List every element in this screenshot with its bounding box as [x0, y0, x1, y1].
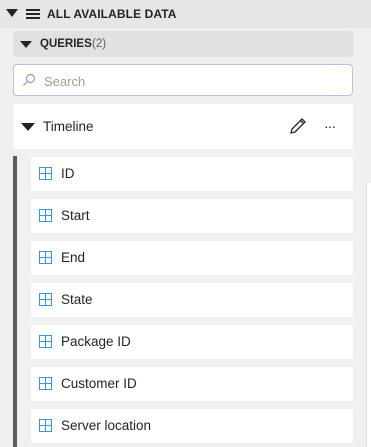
search-icon: [23, 73, 36, 86]
search-input[interactable]: [44, 71, 344, 91]
table-column-icon: [39, 335, 52, 348]
hamburger-icon[interactable]: [26, 9, 40, 19]
query-label: Timeline: [43, 119, 94, 134]
query-timeline[interactable]: Timeline ···: [13, 104, 353, 149]
caret-down-icon[interactable]: [20, 41, 32, 48]
search-box[interactable]: [13, 64, 353, 96]
caret-down-icon[interactable]: [6, 9, 18, 17]
header-title: ALL AVAILABLE DATA: [47, 7, 177, 21]
field-item[interactable]: Server location: [31, 409, 353, 443]
field-item[interactable]: Package ID: [31, 325, 353, 359]
table-column-icon: [39, 293, 52, 306]
adjacent-panel-edge: [366, 183, 371, 447]
field-item[interactable]: ID: [31, 157, 353, 191]
all-data-header[interactable]: ALL AVAILABLE DATA: [0, 0, 371, 28]
queries-section-header[interactable]: QUERIES (2): [13, 31, 353, 57]
table-column-icon: [39, 419, 52, 432]
caret-down-icon[interactable]: [21, 123, 35, 131]
table-column-icon: [39, 377, 52, 390]
field-label: ID: [61, 166, 75, 181]
data-panel: ALL AVAILABLE DATA QUERIES (2) Timeline …: [0, 0, 371, 447]
query-group-indicator: [13, 156, 17, 447]
field-label: Start: [61, 208, 90, 223]
field-label: Package ID: [61, 334, 131, 349]
pencil-icon[interactable]: [288, 116, 308, 136]
field-item[interactable]: Start: [31, 199, 353, 233]
field-label: Customer ID: [61, 376, 137, 391]
queries-count: (2): [92, 38, 107, 50]
table-column-icon: [39, 251, 52, 264]
field-label: End: [61, 250, 86, 265]
more-options-button[interactable]: ···: [324, 118, 336, 134]
field-label: Server location: [61, 418, 152, 433]
field-item[interactable]: State: [31, 283, 353, 317]
field-item[interactable]: Customer ID: [31, 367, 353, 401]
field-label: State: [61, 292, 93, 307]
field-item[interactable]: End: [31, 241, 353, 275]
table-column-icon: [39, 209, 52, 222]
queries-label: QUERIES: [40, 38, 92, 50]
table-column-icon: [39, 167, 52, 180]
